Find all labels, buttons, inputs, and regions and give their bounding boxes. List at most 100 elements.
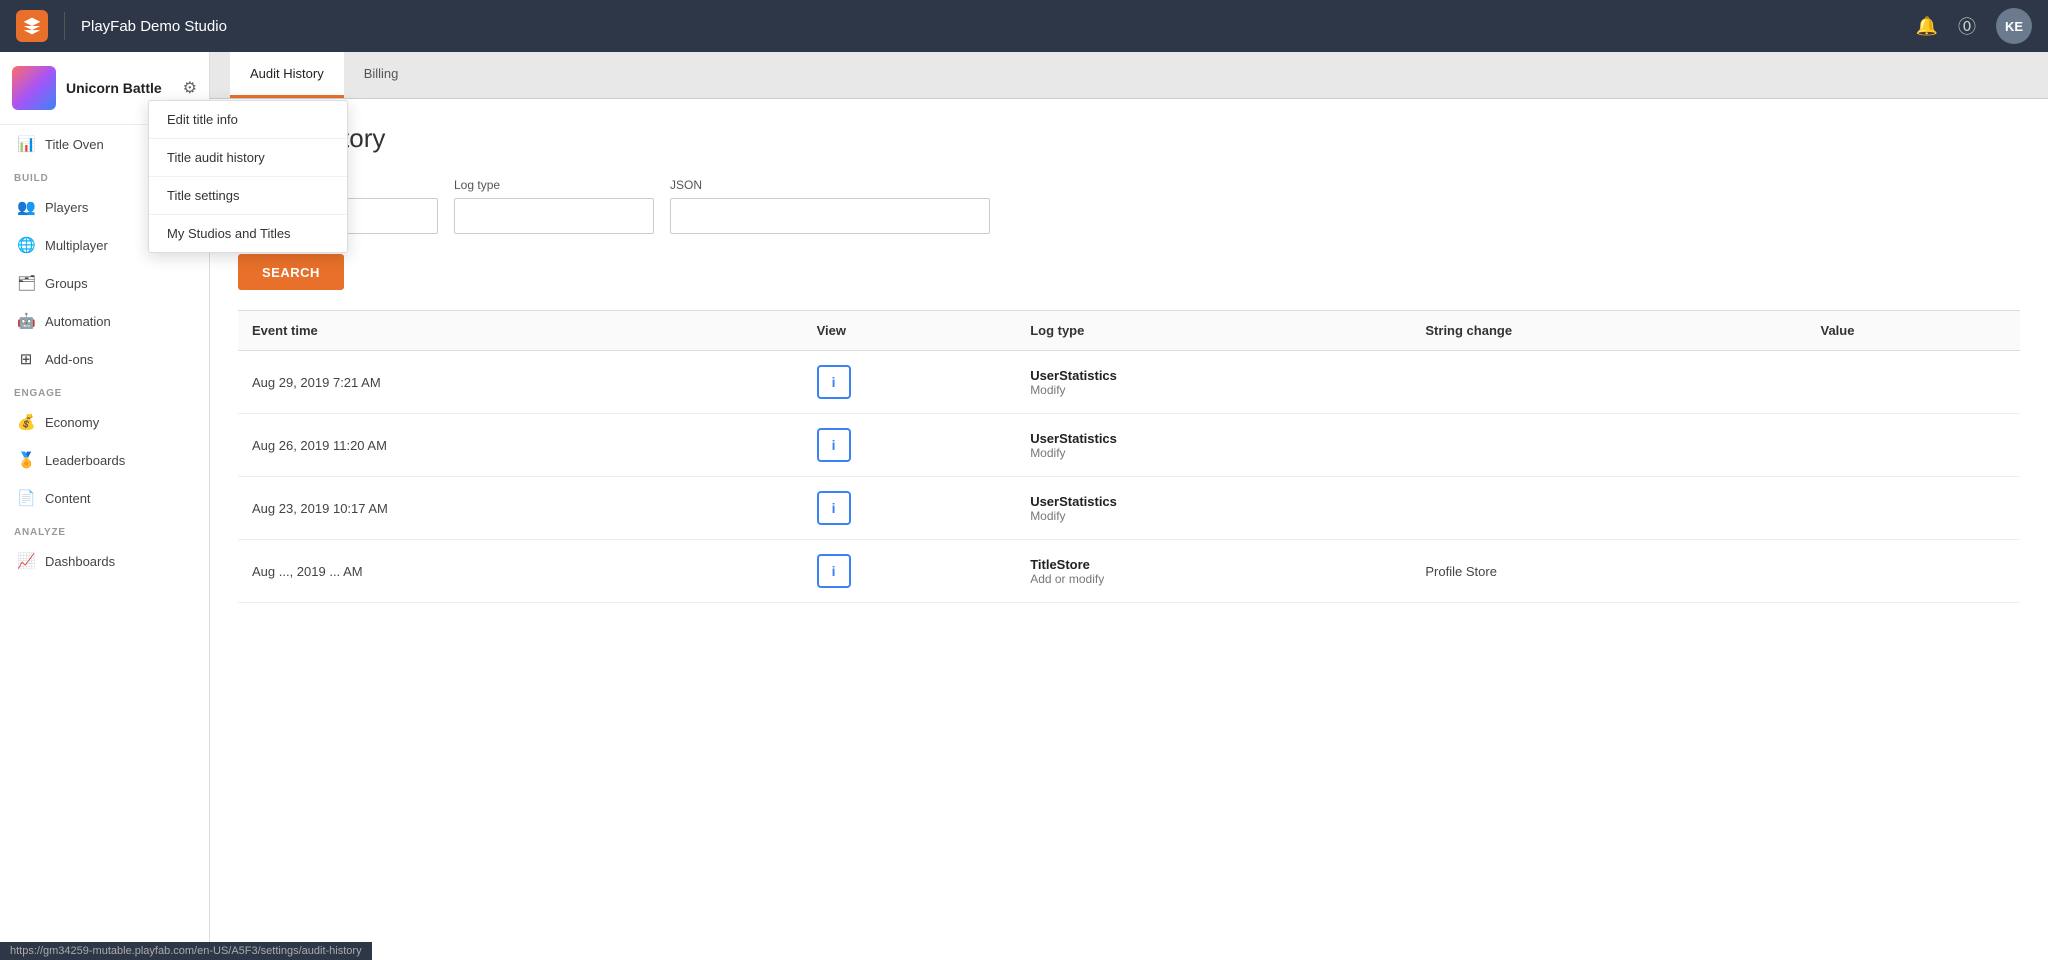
help-icon[interactable]: ⓪ [1958,13,1976,39]
sidebar-item-add-ons[interactable]: ⊞ Add-ons [0,340,209,378]
user-avatar[interactable]: KE [1996,8,2032,44]
dashboards-icon: 📈 [17,552,35,570]
log-type-name: UserStatistics [1030,494,1397,509]
cell-string-change: Profile Store [1411,540,1806,603]
dropdown-item-title-settings[interactable]: Title settings [149,177,347,215]
json-filter-group: JSON [670,178,990,234]
cell-string-change [1411,414,1806,477]
sidebar-item-leaderboards[interactable]: 🏅 Leaderboards [0,441,209,479]
status-url: https://gm34259-mutable.playfab.com/en-U… [10,945,362,957]
cell-event-time: Aug 29, 2019 7:21 AM [238,351,803,414]
view-button[interactable]: i [817,428,851,462]
dashboards-label: Dashboards [45,554,115,569]
content-icon: 📄 [17,489,35,507]
cell-view: i [803,477,1017,540]
log-type-name: UserStatistics [1030,431,1397,446]
content-area: Audit History User Log type JSON SEARCH [210,99,2048,960]
analyze-section-label: ANALYZE [0,517,209,542]
log-type-filter-label: Log type [454,178,654,192]
add-ons-icon: ⊞ [17,350,35,368]
search-button[interactable]: SEARCH [238,254,344,290]
cell-event-time: Aug 26, 2019 11:20 AM [238,414,803,477]
view-button[interactable]: i [817,365,851,399]
players-icon: 👥 [17,198,35,216]
cell-log-type: UserStatistics Modify [1016,477,1411,540]
dropdown-item-my-studios-and-titles[interactable]: My Studios and Titles [149,215,347,252]
view-button[interactable]: i [817,491,851,525]
dropdown-item-title-audit-history[interactable]: Title audit history [149,139,347,177]
gear-icon[interactable]: ⚙ [183,78,197,98]
engage-section-label: ENGAGE [0,378,209,403]
log-type-filter-group: Log type [454,178,654,234]
nav-action-icons: 🔔 ⓪ KE [1916,8,2032,44]
json-filter-input[interactable] [670,198,990,234]
status-bar: https://gm34259-mutable.playfab.com/en-U… [0,942,372,960]
automation-icon: 🤖 [17,312,35,330]
col-log-type: Log type [1016,311,1411,351]
multiplayer-icon: 🌐 [17,236,35,254]
log-type-action: Add or modify [1030,572,1397,586]
cell-event-time: Aug 23, 2019 10:17 AM [238,477,803,540]
log-type-action: Modify [1030,446,1397,460]
leaderboards-label: Leaderboards [45,453,125,468]
table-row: Aug 29, 2019 7:21 AM i UserStatistics Mo… [238,351,2020,414]
cell-view: i [803,414,1017,477]
dropdown-item-edit-title-info[interactable]: Edit title info [149,101,347,139]
audit-table: Event time View Log type String change V… [238,310,2020,603]
economy-icon: 💰 [17,413,35,431]
top-navigation: PlayFab Demo Studio 🔔 ⓪ KE [0,0,2048,52]
info-icon: i [832,374,836,390]
col-view: View [803,311,1017,351]
log-type-action: Modify [1030,509,1397,523]
cell-event-time: Aug ..., 2019 ... AM [238,540,803,603]
sidebar-title-name: Unicorn Battle [66,80,162,96]
log-type-name: UserStatistics [1030,368,1397,383]
col-value: Value [1806,311,2020,351]
json-filter-label: JSON [670,178,990,192]
col-event-time: Event time [238,311,803,351]
table-row: Aug 23, 2019 10:17 AM i UserStatistics M… [238,477,2020,540]
tab-billing[interactable]: Billing [344,52,419,98]
title-avatar [12,66,56,110]
view-button[interactable]: i [817,554,851,588]
filters-row: User Log type JSON [238,178,2020,234]
sidebar-item-automation[interactable]: 🤖 Automation [0,302,209,340]
economy-label: Economy [45,415,99,430]
app-logo[interactable] [16,10,48,42]
cell-log-type: UserStatistics Modify [1016,351,1411,414]
cell-value [1806,540,2020,603]
info-icon: i [832,563,836,579]
notification-icon[interactable]: 🔔 [1916,16,1938,37]
table-row: Aug ..., 2019 ... AM i TitleStore Add or… [238,540,2020,603]
cell-log-type: UserStatistics Modify [1016,414,1411,477]
sidebar-item-dashboards[interactable]: 📈 Dashboards [0,542,209,580]
log-type-filter-input[interactable] [454,198,654,234]
groups-label: Groups [45,276,88,291]
col-string-change: String change [1411,311,1806,351]
title-overview-label: Title Oven [45,137,104,152]
log-type-action: Modify [1030,383,1397,397]
cell-value [1806,477,2020,540]
info-icon: i [832,500,836,516]
cell-view: i [803,351,1017,414]
players-label: Players [45,200,88,215]
dropdown-menu: Edit title info Title audit history Titl… [148,100,348,253]
tabs-bar: Audit History Billing [210,52,2048,99]
add-ons-label: Add-ons [45,352,93,367]
tab-audit-history[interactable]: Audit History [230,52,344,98]
cell-value [1806,351,2020,414]
cell-view: i [803,540,1017,603]
log-type-name: TitleStore [1030,557,1397,572]
leaderboards-icon: 🏅 [17,451,35,469]
studio-title: PlayFab Demo Studio [81,18,1904,35]
sidebar-item-groups[interactable]: 🗂 Groups [0,264,209,302]
groups-icon: 🗂 [17,274,35,292]
page-title: Audit History [238,123,2020,154]
info-icon: i [832,437,836,453]
multiplayer-label: Multiplayer [45,238,108,253]
sidebar-item-content[interactable]: 📄 Content [0,479,209,517]
table-row: Aug 26, 2019 11:20 AM i UserStatistics M… [238,414,2020,477]
title-overview-icon: 📊 [17,135,35,153]
main-content: Audit History Billing Audit History User… [210,52,2048,960]
sidebar-item-economy[interactable]: 💰 Economy [0,403,209,441]
